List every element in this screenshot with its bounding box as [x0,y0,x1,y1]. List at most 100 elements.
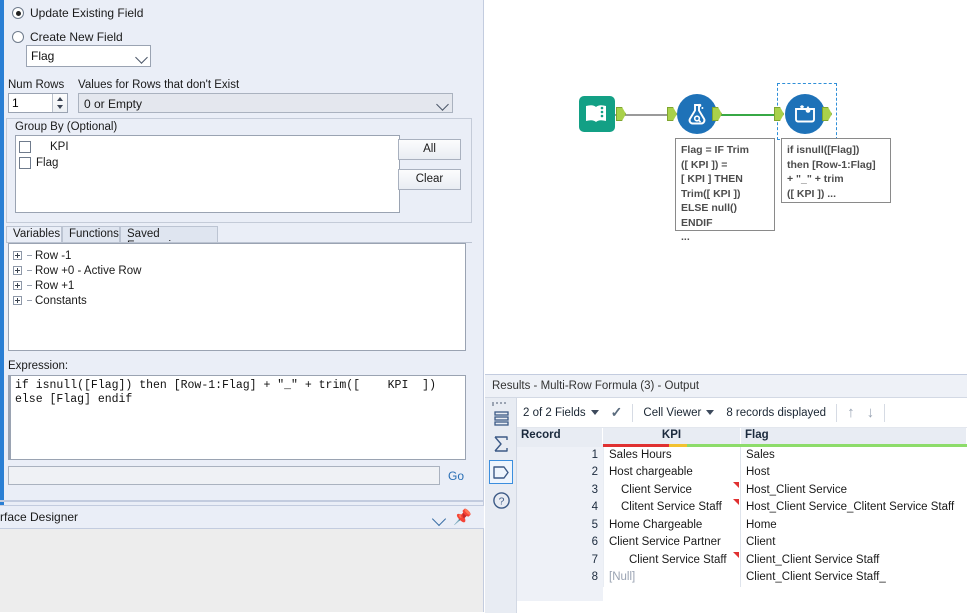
column-header-record[interactable]: Record [517,428,603,444]
table-row[interactable]: 4 Clitent Service Staff Host_Client Servic… [517,499,967,517]
connection-formula-to-multirow[interactable] [712,114,779,116]
input-anchor[interactable] [667,107,677,121]
tab-variables[interactable]: Variables [6,226,62,243]
output-data-icon[interactable] [489,460,513,484]
expand-icon[interactable] [13,266,22,275]
cell-kpi[interactable]: Client Service Partner [603,534,741,552]
multi-row-formula-annotation[interactable]: if isnull([Flag]) then [Row-1:Flag] + "_… [781,138,891,203]
output-anchor[interactable] [616,107,626,121]
update-existing-field-radio[interactable] [12,7,24,19]
grid-body[interactable]: 1 Sales Hours Sales 2 Host chargeable Host 3 Cl… [517,446,967,587]
expression-search-input[interactable] [8,466,440,485]
table-row[interactable]: 1 Sales Hours Sales [517,446,967,465]
cell-kpi[interactable]: Client Service Staff [603,551,741,569]
cell-flag[interactable]: Host_Client Service_Clitent Service Staf… [741,499,967,517]
expression-editor[interactable]: if isnull([Flag]) then [Row-1:Flag] + "_… [8,375,466,460]
num-rows-input[interactable] [9,94,51,112]
cell-kpi[interactable]: Client Service [603,481,741,499]
input-data-tool[interactable] [579,96,626,132]
create-new-field-radio-row[interactable]: Create New Field [12,28,483,46]
table-row[interactable]: 3 Client Service Host_Client Service [517,481,967,500]
arrow-up-icon[interactable]: ↑ [841,404,861,421]
select-all-button[interactable]: All [398,139,461,160]
cell-record[interactable]: 6 [517,534,603,552]
cell-kpi[interactable]: [Null] [603,569,741,587]
cell-kpi[interactable]: Clitent Service Staff [603,499,741,517]
cell-record[interactable]: 3 [517,481,603,499]
pin-icon[interactable]: 📌 [453,510,472,526]
cell-record[interactable]: 5 [517,516,603,534]
table-row[interactable]: 8 [Null] Client_Client Service Staff_ [517,569,967,587]
workflow-canvas[interactable]: Flag = IF Trim ([ KPI ]) = [ KPI ] THEN … [485,0,967,374]
field-select[interactable]: Flag [26,45,151,67]
expand-icon[interactable] [13,296,22,305]
tab-saved-expressions[interactable]: Saved Expressions [120,226,218,252]
num-rows-stepper[interactable] [8,93,68,113]
create-new-field-radio[interactable] [12,31,24,43]
expand-icon[interactable] [13,251,22,260]
help-icon[interactable]: ? [489,488,513,512]
multi-row-formula-tool[interactable] [774,94,832,134]
checkbox-kpi[interactable] [19,141,31,153]
update-existing-field-radio-row[interactable]: Update Existing Field [12,4,483,22]
go-button[interactable]: Go [448,469,464,483]
num-rows-label: Num Rows [8,79,65,91]
group-by-item-kpi[interactable]: KPI [19,139,399,155]
values-for-rows-value: 0 or Empty [84,97,143,111]
chevron-down-icon[interactable] [431,511,447,527]
cell-record[interactable]: 7 [517,551,603,569]
tree-item-row-plus-1[interactable]: Row +1 [13,278,465,293]
table-row[interactable]: 6 Client Service Partner Client [517,534,967,552]
input-anchor[interactable] [774,107,784,121]
cell-flag[interactable]: Client_Client Service Staff_ [741,569,967,587]
cell-flag[interactable]: Home [741,516,967,534]
group-by-item-flag[interactable]: Flag [19,155,399,171]
spinner-down-icon[interactable] [57,105,63,109]
table-row[interactable]: 7 Client Service Staff Client_Client Servi… [517,551,967,570]
column-header-flag[interactable]: Flag [741,428,967,444]
column-header-kpi[interactable]: KPI [603,428,741,444]
cell-viewer-selector[interactable]: Cell Viewer [637,407,720,419]
variables-tree[interactable]: Row -1 Row +0 - Active Row Row +1 Consta… [8,243,466,351]
values-for-rows-select[interactable]: 0 or Empty [78,93,453,113]
sum-icon[interactable] [489,432,513,456]
interface-designer-titlebar[interactable]: rface Designer 📌 [0,505,484,529]
cell-flag[interactable]: Client_Client Service Staff [741,551,967,569]
formula-annotation[interactable]: Flag = IF Trim ([ KPI ]) = [ KPI ] THEN … [675,138,775,243]
spinner-up-icon[interactable] [57,97,63,101]
tree-item-row-plus-0[interactable]: Row +0 - Active Row [13,263,465,278]
panel-splitter[interactable] [0,500,484,502]
cell-flag[interactable]: Host_Client Service [741,481,967,499]
tree-item-row-minus-1[interactable]: Row -1 [13,248,465,263]
cell-kpi[interactable]: Host chargeable [603,464,741,482]
cell-record[interactable]: 8 [517,569,603,587]
cell-kpi[interactable]: Home Chargeable [603,516,741,534]
formula-tool[interactable] [667,94,722,134]
cell-flag[interactable]: Client [741,534,967,552]
table-row[interactable]: 5 Home Chargeable Home [517,516,967,535]
output-anchor[interactable] [712,107,722,121]
cell-record[interactable]: 1 [517,446,603,464]
fields-selector[interactable]: 2 of 2 Fields [517,407,605,419]
cell-kpi-text: Home Chargeable [609,518,703,531]
clear-selection-button[interactable]: Clear [398,169,461,190]
results-grid[interactable]: Record KPI Flag 1 Sales Hours Sales 2 Host c… [517,428,967,613]
num-rows-spinner[interactable] [52,94,67,112]
chevron-down-icon[interactable] [590,410,599,415]
chevron-down-icon[interactable] [706,410,715,415]
arrow-down-icon[interactable]: ↓ [861,404,881,421]
filler-data-col [603,587,967,601]
messages-icon[interactable] [489,406,513,430]
group-by-list[interactable]: KPI Flag [15,135,400,213]
expand-icon[interactable] [13,281,22,290]
tab-functions[interactable]: Functions [62,226,120,243]
cell-kpi[interactable]: Sales Hours [603,446,741,464]
cell-flag[interactable]: Sales [741,446,967,464]
checkbox-flag[interactable] [19,157,31,169]
tree-item-constants[interactable]: Constants [13,293,465,308]
apply-filter-button[interactable]: ✓ [605,404,629,421]
cell-flag[interactable]: Host [741,464,967,482]
cell-record[interactable]: 2 [517,464,603,482]
cell-record[interactable]: 4 [517,499,603,517]
table-row[interactable]: 2 Host chargeable Host [517,464,967,482]
